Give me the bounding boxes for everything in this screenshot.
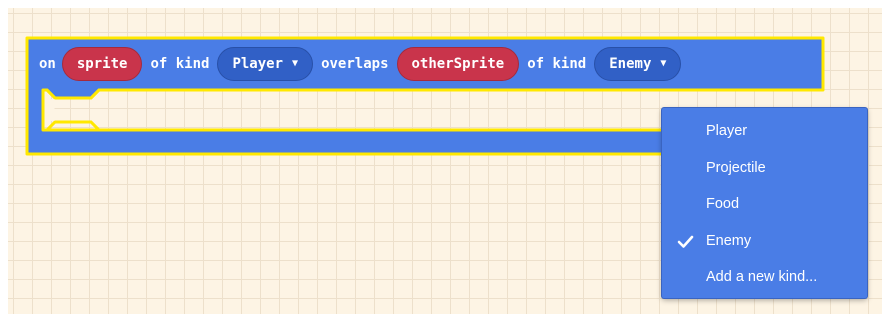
menu-item-label: Projectile bbox=[706, 159, 766, 176]
other-sprite-variable[interactable]: otherSprite bbox=[396, 47, 520, 81]
of-kind-label-1: of kind bbox=[150, 56, 210, 72]
menu-item-add-new-kind[interactable]: Add a new kind... bbox=[662, 264, 867, 301]
kind-dropdown-enemy-value: Enemy bbox=[609, 56, 652, 72]
kind-dropdown-menu: Player Projectile Food Enemy Add a new k… bbox=[662, 108, 867, 298]
on-keyword: on bbox=[39, 56, 56, 72]
chevron-down-icon: ▼ bbox=[292, 58, 299, 69]
menu-item-label: Add a new kind... bbox=[706, 269, 818, 285]
menu-item-enemy[interactable]: Enemy bbox=[662, 228, 867, 265]
kind-dropdown-player[interactable]: Player ▼ bbox=[217, 47, 314, 81]
kind-dropdown-enemy[interactable]: Enemy ▼ bbox=[594, 47, 682, 81]
chevron-down-icon: ▼ bbox=[660, 58, 667, 69]
menu-item-label: Food bbox=[706, 196, 740, 212]
menu-item-label: Player bbox=[706, 123, 748, 139]
menu-item-projectile[interactable]: Projectile bbox=[662, 155, 867, 192]
of-kind-label-2: of kind bbox=[527, 56, 587, 72]
menu-item-player[interactable]: Player bbox=[662, 118, 867, 155]
sprite-variable[interactable]: sprite bbox=[61, 47, 143, 81]
block-header-row: on sprite of kind Player ▼ overlaps othe… bbox=[33, 46, 682, 82]
check-icon bbox=[677, 235, 694, 248]
kind-dropdown-player-value: Player bbox=[232, 56, 284, 72]
overlaps-label: overlaps bbox=[321, 56, 389, 72]
menu-item-food[interactable]: Food bbox=[662, 191, 867, 228]
menu-item-label: Enemy bbox=[706, 232, 752, 249]
